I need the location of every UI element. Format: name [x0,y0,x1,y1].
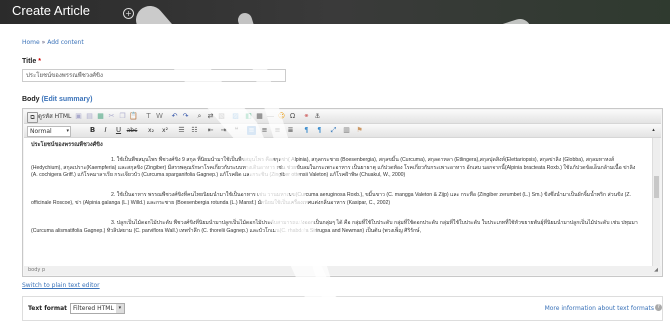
breadcrumb-add-content[interactable]: Add content [47,39,84,46]
ltr-icon[interactable]: ¶ [302,126,311,135]
text-format-value: Filtered HTML [73,305,114,312]
edit-summary-link[interactable]: (Edit summary) [41,96,92,103]
copy-icon[interactable]: ❐ [118,112,127,121]
text-format-fieldset: Text format Filtered HTML ▾ More informa… [22,296,663,321]
paste-text-icon[interactable]: T [144,112,153,121]
element-path[interactable]: body p [28,267,45,273]
find-icon[interactable]: ⌕ [195,112,204,121]
align-center-icon[interactable]: ≡ [260,126,269,135]
table-icon[interactable]: ▦ [255,112,264,121]
redo-icon[interactable]: ↷ [181,112,190,121]
body-label: Body (Edit summary) [22,96,92,103]
page-header: Create Article + [0,0,670,24]
subscript-button[interactable]: x₂ [146,126,156,135]
title-input[interactable]: ประโยชน์ของพรรณพืชวงศ์ขิง [22,69,286,82]
chevron-down-icon: ▾ [115,304,124,313]
bold-button[interactable]: B [88,126,97,135]
page-title: Create Article [12,3,91,18]
anchor-icon[interactable]: ⚓ [313,112,322,121]
strike-button[interactable]: abc [125,126,139,135]
flag-icon[interactable]: ⚑ [355,126,364,135]
blockquote-icon[interactable]: ❝ [232,126,241,135]
editor-status-bar: body p ◢ [24,266,661,275]
editor-scrollbar[interactable] [652,138,660,266]
main-content: Home » Add content Title * ประโยชน์ของพร… [0,24,670,321]
scrollbar-thumb[interactable] [654,176,659,198]
rtl-icon[interactable]: ¶ [315,126,324,135]
justify-icon[interactable]: ≣ [286,126,295,135]
rich-text-editor: ⧉ ดูรหัส HTML ▣ ▤ ▦ ✂ ❐ 📋 T W ↶ ↷ ⌕ ⇄ ▧ … [22,108,663,277]
source-button-label[interactable]: ดูรหัส HTML [38,112,71,121]
bulleted-list-icon[interactable]: ☷ [190,126,199,135]
superscript-button[interactable]: x² [160,126,170,135]
chevron-down-icon: ▾ [66,128,69,134]
title-label: Title * [22,58,41,65]
outdent-icon[interactable]: ⇤ [206,126,215,135]
breadcrumb: Home » Add content [22,39,84,46]
save-icon[interactable]: ▣ [74,112,83,121]
image-icon[interactable]: ▨ [231,112,240,121]
editor-document[interactable]: ประโยชน์ของพรรณพืชวงศ์ขิง 1. ใช้เป็นพืชส… [24,138,652,266]
italic-button[interactable]: I [101,126,110,135]
flash-icon[interactable]: ◧ [244,112,253,121]
editor-toolbar-row-2: Normal ▾ B I U abc x₂ x² ☰ ☷ ⇤ ⇥ ❝ ≡ ≡ ≡… [24,124,661,138]
plus-circle-icon[interactable]: + [123,8,134,19]
paste-word-icon[interactable]: W [155,112,164,121]
special-char-icon[interactable]: Ω [288,112,297,121]
select-all-icon[interactable]: ▧ [217,112,226,121]
source-icon[interactable]: ⧉ [27,112,38,123]
align-right-icon[interactable]: ≡ [273,126,282,135]
align-left-icon[interactable]: ≡ [247,126,256,135]
numbered-list-icon[interactable]: ☰ [177,126,186,135]
text-format-select[interactable]: Filtered HTML ▾ [70,303,125,314]
new-page-icon[interactable]: ▤ [85,112,94,121]
cut-icon[interactable]: ✂ [107,112,116,121]
link-icon[interactable]: ⚭ [302,112,311,121]
undo-icon[interactable]: ↶ [170,112,179,121]
indent-icon[interactable]: ⇥ [219,126,228,135]
paragraph-2: 2. ใช้เป็นอาหาร พรรณพืชวงศ์ขิงที่คนไทยนิ… [31,192,631,206]
title-label-text: Title [22,58,37,65]
smiley-icon[interactable]: ☺ [277,112,286,121]
resize-handle-icon[interactable]: ◢ [654,266,658,275]
paste-icon[interactable]: 📋 [129,112,138,121]
format-dropdown-value: Normal [30,128,52,135]
text-format-label: Text format [28,305,68,312]
body-label-text: Body [22,96,40,103]
switch-plain-text-link[interactable]: Switch to plain text editor [22,282,100,289]
preview-icon[interactable]: ▦ [96,112,105,121]
document-heading: ประโยชน์ของพรรณพืชวงศ์ขิง [31,142,103,148]
editor-toolbar-row-1: ⧉ ดูรหัส HTML ▣ ▤ ▦ ✂ ❐ 📋 T W ↶ ↷ ⌕ ⇄ ▧ … [24,110,661,124]
horizontal-rule-icon[interactable]: ― [266,112,275,121]
show-blocks-icon[interactable]: ▥ [342,126,351,135]
paragraph-1: 1. ใช้เป็นพืชสมุนไพร พืชวงศ์ขิง 9 สกุล ท… [31,157,636,179]
collapse-toolbar-icon[interactable]: ▴ [649,126,658,135]
breadcrumb-home[interactable]: Home [22,39,40,46]
maximize-icon[interactable]: ⤢ [329,126,338,135]
format-dropdown[interactable]: Normal ▾ [27,126,71,137]
help-icon[interactable]: ? [655,304,662,311]
paragraph-3: 3. ปลูกเป็นไม้ดอกไม้ประดับ พืชวงศ์ขิงที่… [31,220,638,234]
underline-button[interactable]: U [114,126,123,135]
more-info-link[interactable]: More information about text formats [545,305,654,312]
required-mark: * [38,58,41,65]
replace-icon[interactable]: ⇄ [206,112,215,121]
